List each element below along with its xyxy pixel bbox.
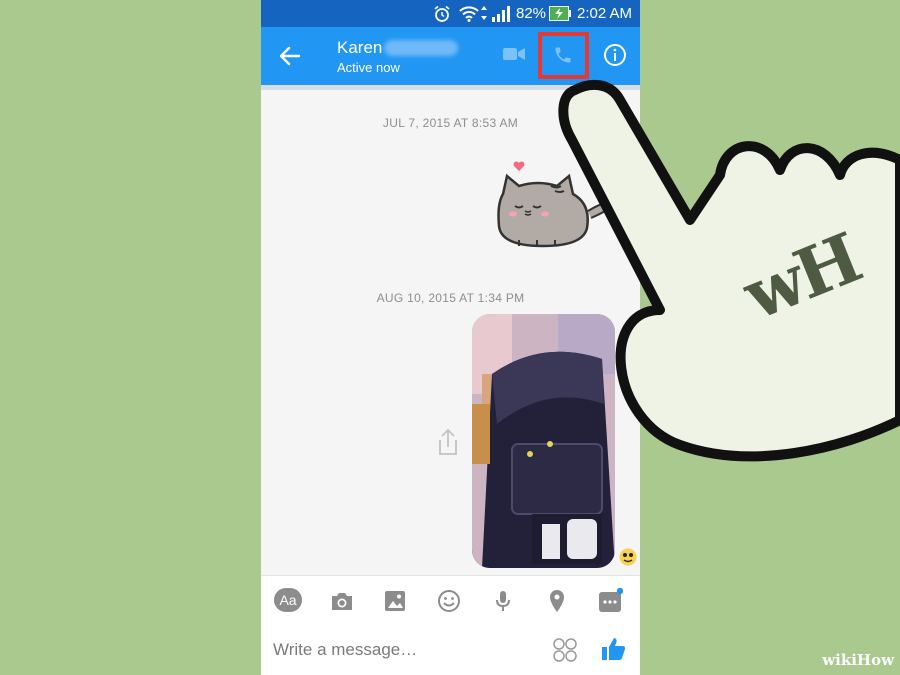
aa-icon[interactable]: Aa — [274, 588, 302, 612]
thumbs-up-icon[interactable] — [601, 636, 627, 662]
signal-icon — [492, 6, 510, 22]
watermark-prefix: wiki — [822, 651, 857, 669]
composer-toolbar: Aa — [261, 575, 640, 625]
watermark-suffix: How — [856, 651, 894, 669]
alarm-icon — [434, 5, 450, 22]
composer-input-row — [261, 625, 640, 675]
wikihow-watermark: wikiHow — [822, 651, 894, 669]
status-bar: 82% 2:02 AM — [261, 0, 640, 27]
message-input[interactable] — [273, 637, 533, 663]
blurred-surname — [384, 40, 458, 56]
contact-name: Karen — [337, 38, 383, 57]
more-icon[interactable] — [597, 588, 623, 614]
video-camera-icon[interactable] — [503, 46, 525, 62]
microphone-icon[interactable] — [490, 588, 516, 614]
emoji-icon[interactable] — [436, 588, 462, 614]
image-icon[interactable] — [382, 588, 408, 614]
seen-avatar — [619, 548, 637, 566]
camera-icon[interactable] — [329, 588, 355, 614]
share-icon[interactable] — [435, 428, 461, 456]
data-arrows-icon — [481, 6, 487, 20]
battery-icon — [549, 6, 571, 21]
battery-percent: 82% — [516, 5, 547, 22]
sticker-icon[interactable] — [553, 638, 577, 662]
clock: 2:02 AM — [577, 5, 633, 22]
contact-status: Active now — [337, 60, 400, 75]
arrow-left-icon[interactable] — [279, 46, 301, 66]
location-pin-icon[interactable] — [544, 588, 570, 614]
wifi-icon — [459, 6, 479, 22]
